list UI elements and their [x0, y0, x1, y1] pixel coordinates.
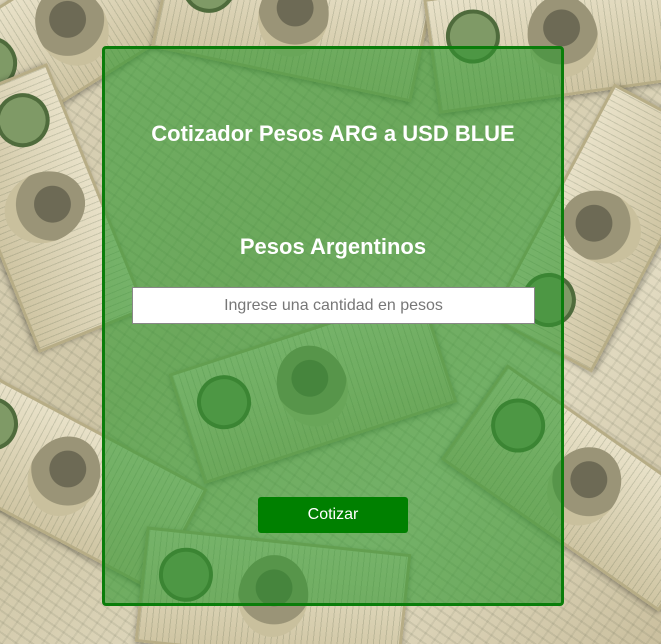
pesos-section-label: Pesos Argentinos [239, 234, 427, 259]
converter-panel: Cotizador Pesos ARG a USD BLUE Pesos Arg… [102, 46, 564, 606]
page-title: Cotizador Pesos ARG a USD BLUE [151, 121, 515, 146]
cotizar-button[interactable]: Cotizar [258, 497, 408, 533]
pesos-amount-input[interactable] [132, 287, 535, 324]
